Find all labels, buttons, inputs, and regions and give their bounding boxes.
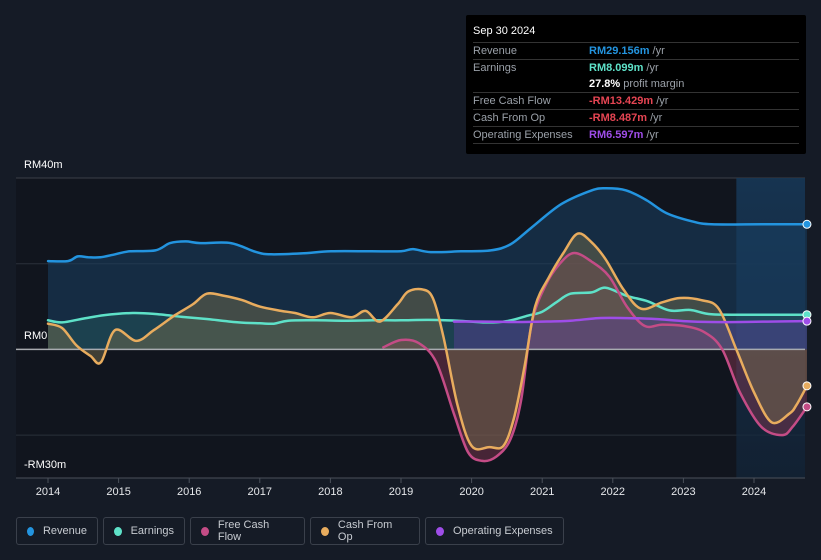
tooltip-value: -RM13.429m [589, 95, 654, 107]
tooltip-label: Free Cash Flow [473, 95, 551, 107]
x-tick-label: 2024 [742, 486, 766, 498]
tooltip-value: RM8.099m [589, 62, 644, 74]
tooltip-panel: Sep 30 2024 Revenue RM29.156m /yr Earnin… [466, 15, 806, 154]
x-tick-label: 2023 [671, 486, 695, 498]
x-tick-label: 2016 [177, 486, 201, 498]
tooltip-unit: profit margin [623, 78, 685, 90]
legend-label: Cash From Op [337, 519, 393, 543]
legend: Revenue Earnings Free Cash Flow Cash Fro… [16, 517, 564, 545]
legend-item-earnings[interactable]: Earnings [103, 517, 185, 545]
x-tick-label: 2019 [389, 486, 413, 498]
x-tick-label: 2018 [318, 486, 342, 498]
tooltip-label: Operating Expenses [473, 129, 573, 141]
tooltip-unit: /yr [650, 112, 663, 124]
endpoint-operating-expenses [802, 316, 812, 326]
tooltip-row-earnings: Earnings RM8.099m /yr [473, 60, 799, 76]
endpoint-free-cash-flow [802, 402, 812, 412]
x-tick-label: 2014 [36, 486, 60, 498]
x-tick-label: 2020 [459, 486, 483, 498]
tooltip-label: Cash From Op [473, 112, 546, 124]
tooltip-date: Sep 30 2024 [473, 23, 799, 43]
legend-label: Operating Expenses [453, 525, 553, 537]
tooltip-value: RM29.156m [589, 45, 650, 57]
legend-item-cash-from-op[interactable]: Cash From Op [310, 517, 420, 545]
tooltip-value: -RM8.487m [589, 112, 648, 124]
tooltip-value: RM6.597m [589, 129, 644, 141]
tooltip-unit: /yr [652, 45, 665, 57]
x-tick-label: 2017 [248, 486, 272, 498]
y-tick-label-zero: RM0 [24, 330, 48, 342]
y-tick-label-bottom: -RM30m [24, 459, 67, 471]
tooltip-row-revenue: Revenue RM29.156m /yr [473, 43, 799, 60]
legend-label: Revenue [42, 525, 87, 537]
x-tick-label: 2021 [530, 486, 554, 498]
legend-dot-icon [114, 526, 122, 536]
legend-item-operating-expenses[interactable]: Operating Expenses [425, 517, 564, 545]
tooltip-unit: /yr [656, 95, 669, 107]
tooltip-row-cash-from-op: Cash From Op -RM8.487m /yr [473, 110, 799, 127]
y-tick-label-top: RM40m [24, 159, 63, 171]
tooltip-unit: /yr [646, 129, 659, 141]
x-tick-label: 2022 [601, 486, 625, 498]
legend-dot-icon [27, 526, 34, 536]
legend-dot-icon [201, 526, 209, 536]
endpoint-revenue [802, 219, 812, 229]
tooltip-row-free-cash-flow: Free Cash Flow -RM13.429m /yr [473, 93, 799, 110]
legend-dot-icon [321, 526, 329, 536]
legend-item-free-cash-flow[interactable]: Free Cash Flow [190, 517, 305, 545]
tooltip-row-profit-margin: 27.8% profit margin [473, 76, 799, 93]
legend-dot-icon [436, 526, 444, 536]
tooltip-label: Earnings [473, 62, 517, 74]
tooltip-label [473, 76, 589, 92]
legend-item-revenue[interactable]: Revenue [16, 517, 98, 545]
legend-label: Free Cash Flow [217, 519, 270, 543]
tooltip-unit: /yr [646, 62, 659, 74]
tooltip-label: Revenue [473, 45, 518, 57]
x-tick-label: 2015 [106, 486, 130, 498]
legend-label: Earnings [130, 525, 174, 537]
tooltip-row-operating-expenses: Operating Expenses RM6.597m /yr [473, 127, 799, 144]
tooltip-value: 27.8% [589, 78, 621, 90]
endpoint-cash-from-op [802, 381, 812, 391]
